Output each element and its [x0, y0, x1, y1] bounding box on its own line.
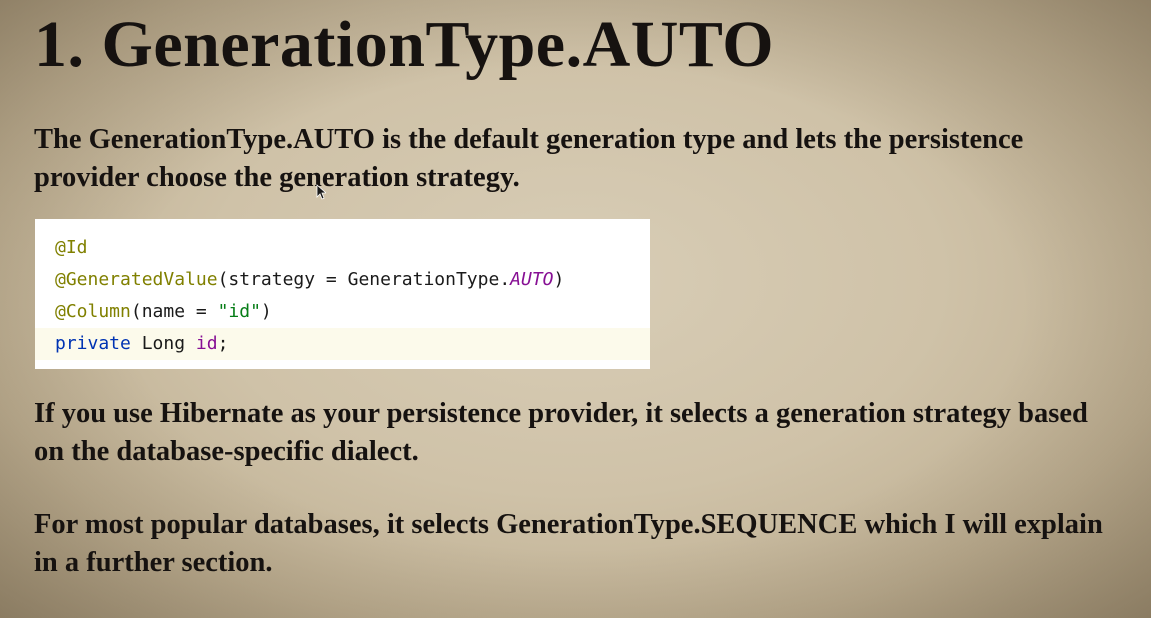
- code-token: ): [553, 269, 565, 290]
- slide-title: 1. GenerationType.AUTO: [34, 8, 775, 81]
- annotation-token: @Id: [55, 237, 88, 258]
- intro-paragraph: The GenerationType.AUTO is the default g…: [34, 124, 1024, 193]
- annotation-token: @Column: [55, 301, 131, 322]
- code-line-field-declaration: private Long id;: [35, 328, 650, 360]
- enum-constant-token: AUTO: [510, 269, 554, 290]
- code-line-generated-value: @GeneratedValue(strategy = GenerationTyp…: [35, 264, 650, 296]
- code-token: ;: [217, 333, 229, 354]
- code-line-id-annotation: @Id: [35, 232, 650, 264]
- mouse-pointer-icon: [316, 184, 326, 200]
- string-literal-token: "id": [217, 301, 261, 322]
- code-token: ): [260, 301, 272, 322]
- code-snippet: @Id @GeneratedValue(strategy = Generatio…: [35, 219, 650, 369]
- field-name-token: id: [195, 333, 218, 354]
- hibernate-paragraph: If you use Hibernate as your persistence…: [34, 398, 1088, 467]
- annotation-token: @GeneratedValue: [55, 269, 218, 290]
- sequence-paragraph: For most popular databases, it selects G…: [34, 509, 1103, 578]
- keyword-token: private: [55, 333, 131, 354]
- code-token: (name =: [130, 301, 218, 322]
- type-token: Long: [130, 333, 196, 354]
- code-line-column: @Column(name = "id"): [35, 296, 650, 328]
- code-token: (strategy = GenerationType.: [217, 269, 511, 290]
